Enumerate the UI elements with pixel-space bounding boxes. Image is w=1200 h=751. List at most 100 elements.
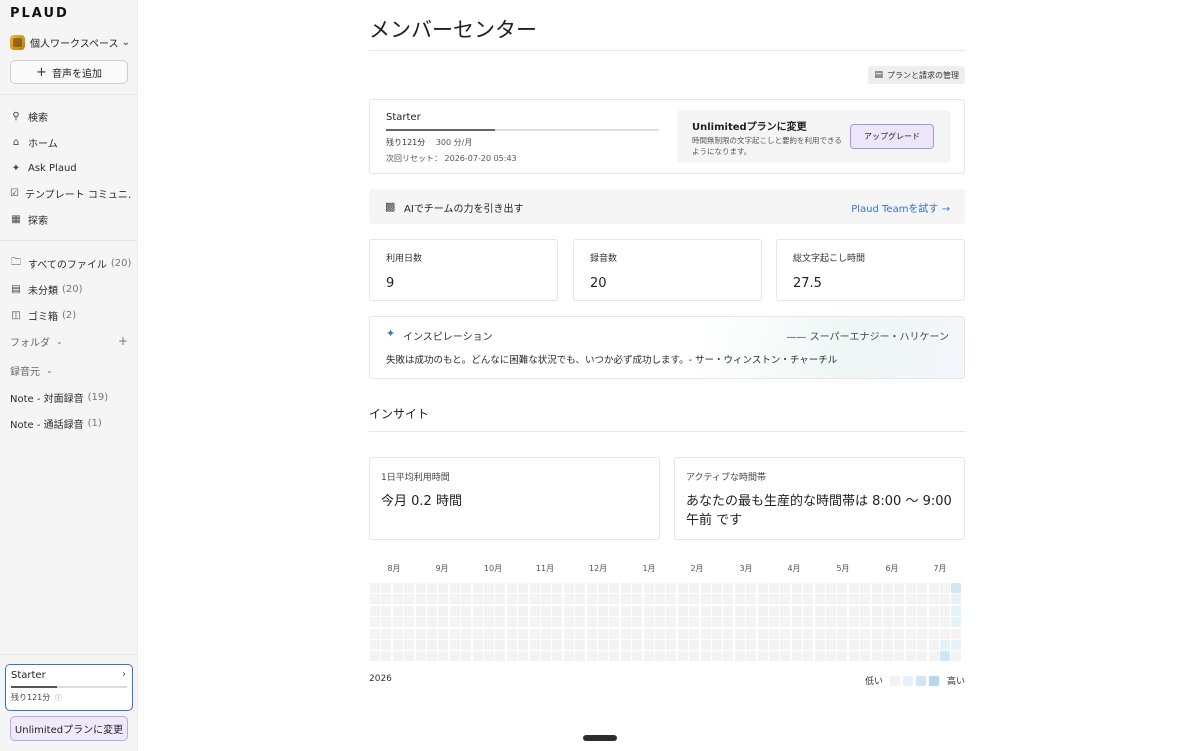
- heatmap-cell: [940, 594, 950, 605]
- heatmap-cell: [575, 594, 586, 605]
- heatmap-cell: [586, 617, 597, 628]
- heatmap-cell: [461, 583, 472, 593]
- heatmap-cell: [552, 651, 563, 662]
- stat-recordings: 録音数 20: [573, 239, 762, 301]
- sidebar-item-all-files[interactable]: 🗀 すべてのファイル (20): [10, 254, 132, 272]
- upgrade-button[interactable]: アップグレード: [850, 124, 934, 149]
- heatmap-cell: [837, 651, 848, 662]
- heatmap-cell: [438, 583, 449, 593]
- heatmap-cell: [541, 640, 551, 650]
- heatmap-cell: [791, 583, 802, 593]
- template-icon: ☑: [10, 187, 19, 199]
- sidebar-item-trash[interactable]: ◫ ゴミ箱 (2): [10, 306, 132, 324]
- heatmap-cell: [734, 583, 745, 593]
- heatmap-cell: [609, 651, 620, 662]
- heatmap-cell: [677, 605, 688, 616]
- heatmap-cell: [723, 583, 734, 593]
- heatmap-cell: [472, 651, 483, 662]
- sidebar-item-templates[interactable]: ☑ テンプレート コミュニ…: [10, 184, 132, 202]
- sidebar-item-explore[interactable]: ▦ 探索: [10, 210, 132, 228]
- plaud-logo: PLAUD: [10, 6, 69, 21]
- add-folder-icon[interactable]: +: [118, 334, 128, 348]
- heatmap-cell: [746, 583, 757, 593]
- folders-section-header[interactable]: フォルダ ⌄ +: [10, 333, 128, 349]
- sidebar-item-home[interactable]: ⌂ ホーム: [10, 133, 132, 151]
- add-audio-button[interactable]: + 音声を追加: [10, 60, 128, 84]
- heatmap-cell: [461, 617, 472, 628]
- heatmap-cell: [620, 583, 631, 593]
- sidebar-item-count: (1): [87, 417, 102, 429]
- chevron-down-icon: ⌄: [56, 336, 63, 346]
- heatmap-cell: [666, 651, 677, 662]
- sidebar-upgrade-button[interactable]: Unlimitedプランに変更: [10, 716, 128, 741]
- heatmap-cell: [495, 651, 506, 662]
- sidebar-item-source-in-person[interactable]: Note - 対面録音 (19): [10, 388, 132, 406]
- heatmap-cell: [883, 628, 893, 639]
- heatmap-cell: [848, 583, 859, 593]
- sidebar-divider: [0, 94, 138, 95]
- heatmap-cell: [495, 594, 506, 605]
- heatmap-cell: [860, 605, 871, 616]
- heatmap-cell: [438, 617, 449, 628]
- heatmap-cell: [940, 583, 950, 593]
- sources-section-header[interactable]: 録音元 ⌄: [10, 362, 128, 378]
- heatmap-cell: [769, 628, 779, 639]
- heatmap-cell: [712, 594, 722, 605]
- heatmap-cell: [871, 583, 882, 593]
- heatmap-cell: [917, 640, 928, 650]
- heatmap-cell: [814, 617, 825, 628]
- heatmap-cell: [449, 640, 460, 650]
- heatmap-cell: [894, 640, 905, 650]
- workspace-switcher[interactable]: 個人ワークスペース ⌄: [10, 33, 130, 51]
- team-banner: ▩ AIでチームの力を引き出す Plaud Teamを試す →: [369, 189, 965, 224]
- heatmap-cell: [620, 651, 631, 662]
- heatmap-cell: [860, 651, 871, 662]
- heatmap-cell: [826, 605, 836, 616]
- heatmap-cell: [427, 605, 437, 616]
- heatmap-cell: [757, 651, 768, 662]
- sidebar-item-source-call[interactable]: Note - 通話録音 (1): [10, 414, 132, 432]
- plan-card-remaining-text: 残り121分: [11, 693, 51, 702]
- heatmap-month-label: 1月: [642, 564, 656, 573]
- heatmap-cell: [655, 617, 665, 628]
- heatmap-cell: [598, 617, 608, 628]
- heatmap-cell: [917, 628, 928, 639]
- heatmap-cell: [449, 651, 460, 662]
- heatmap-month-label: 8月: [387, 564, 401, 573]
- heatmap-cell: [632, 617, 643, 628]
- activity-heatmap: 8月 9月 10月 11月 12月 1月 2月 3月 4月 5月 6月 7月 2026 低い 高い: [369, 563, 965, 693]
- heatmap-cell: [814, 594, 825, 605]
- try-plaud-team-link[interactable]: Plaud Teamを試す →: [851, 200, 950, 215]
- heatmap-cell: [415, 617, 426, 628]
- heatmap-cell: [780, 640, 791, 650]
- sidebar-plan-card[interactable]: Starter › 残り121分 ⓘ: [5, 664, 133, 711]
- heatmap-cell: [848, 628, 859, 639]
- sidebar-item-ask-plaud[interactable]: ✦ Ask Plaud: [10, 159, 132, 177]
- heatmap-cell: [518, 628, 529, 639]
- heatmap-cell: [700, 583, 711, 593]
- heatmap-cell: [689, 628, 700, 639]
- sidebar-divider: [0, 240, 138, 241]
- heatmap-cell: [381, 605, 392, 616]
- stat-label: 録音数: [590, 254, 618, 264]
- legend-swatch: [929, 675, 940, 686]
- heatmap-cell: [461, 651, 472, 662]
- plus-icon: +: [36, 64, 47, 80]
- heatmap-cell: [700, 640, 711, 650]
- heatmap-cell: [848, 594, 859, 605]
- sidebar-item-search[interactable]: ⚲ 検索: [10, 107, 132, 125]
- heatmap-cell: [655, 628, 665, 639]
- heatmap-cell: [803, 640, 814, 650]
- sidebar-item-uncategorized[interactable]: ▤ 未分類 (20): [10, 280, 132, 298]
- heatmap-cell: [883, 594, 893, 605]
- heatmap-cell: [404, 605, 415, 616]
- heatmap-cell: [438, 594, 449, 605]
- heatmap-cell: [541, 594, 551, 605]
- heatmap-cell: [814, 605, 825, 616]
- manage-plan-billing-button[interactable]: ▤ プランと請求の管理: [868, 66, 965, 84]
- heatmap-cell: [860, 583, 871, 593]
- heatmap-cell: [723, 617, 734, 628]
- heatmap-cell: [392, 640, 403, 650]
- plan-usage: 残り121分 300 分/月: [386, 137, 472, 148]
- heatmap-cell: [598, 594, 608, 605]
